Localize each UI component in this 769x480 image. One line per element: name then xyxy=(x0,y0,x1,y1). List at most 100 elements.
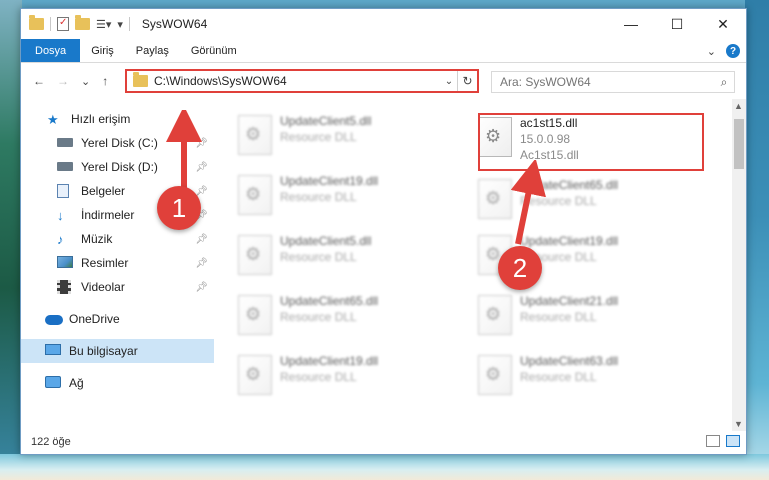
sidebar-item-label: Resimler xyxy=(81,256,129,270)
address-row: ← → ⌄ ↑ C:\Windows\SysWOW64 ⌄ ↻ ⌕ xyxy=(21,63,746,99)
file-list-pane: UpdateClient5.dll Resource DLL UpdateClie… xyxy=(214,99,732,431)
file-type: Resource DLL xyxy=(520,310,597,324)
sidebar-item-pictures[interactable]: Resimler 📌︎ xyxy=(21,251,214,275)
sidebar-item-label: Videolar xyxy=(81,280,125,294)
properties-icon[interactable] xyxy=(57,17,69,31)
folder-icon xyxy=(133,72,148,87)
file-item[interactable]: UpdateClient19.dll Resource DLL xyxy=(234,169,464,227)
file-name: UpdateClient21.dll xyxy=(520,294,619,308)
scroll-thumb[interactable] xyxy=(734,119,744,169)
callout-badge-2: 2 xyxy=(498,246,542,290)
title-bar: ☰▾ ▾ SysWOW64 — ☐ ✕ xyxy=(21,9,746,39)
sidebar-item-label: İndirmeler xyxy=(81,208,135,222)
file-name: UpdateClient19.dll xyxy=(280,174,379,188)
ribbon-right-controls: ⌄ ? xyxy=(707,41,740,61)
item-count: 122 öğe xyxy=(31,436,71,448)
file-item[interactable]: UpdateClient5.dll Resource DLL xyxy=(234,229,464,287)
close-button[interactable]: ✕ xyxy=(700,9,746,39)
quick-access-dropdown-icon[interactable]: ▾ xyxy=(117,18,123,31)
back-arrow-icon[interactable]: ← xyxy=(33,74,45,88)
search-input[interactable] xyxy=(500,75,714,89)
star-icon: ★ xyxy=(47,112,59,127)
file-item[interactable]: UpdateClient19.dll Resource DLL xyxy=(234,349,464,407)
pin-icon[interactable]: 📌︎ xyxy=(195,258,208,269)
dll-file-icon xyxy=(238,355,272,395)
music-icon: ♪ xyxy=(57,232,64,247)
pin-icon[interactable]: 📌︎ xyxy=(195,282,208,293)
sidebar-item-label: OneDrive xyxy=(69,312,120,326)
search-box[interactable]: ⌕ xyxy=(491,71,735,93)
file-type: Resource DLL xyxy=(280,310,357,324)
sidebar-item-label: Bu bilgisayar xyxy=(69,344,138,358)
dll-file-icon xyxy=(238,235,272,275)
refresh-icon[interactable]: ↻ xyxy=(457,71,477,91)
up-arrow-icon[interactable]: ↑ xyxy=(102,74,108,88)
onedrive-icon xyxy=(45,312,63,326)
address-path[interactable]: C:\Windows\SysWOW64 xyxy=(154,74,441,88)
vertical-scrollbar[interactable]: ▲ ▼ xyxy=(732,99,746,431)
dll-file-icon xyxy=(238,295,272,335)
sidebar-item-network[interactable]: Ağ xyxy=(21,371,214,395)
drive-icon xyxy=(57,160,73,174)
navigation-buttons: ← → ⌄ ↑ xyxy=(21,74,125,88)
file-item[interactable]: UpdateClient21.dll Resource DLL xyxy=(474,289,704,347)
maximize-button[interactable]: ☐ xyxy=(654,9,700,39)
file-name: UpdateClient63.dll xyxy=(520,354,619,368)
drive-icon xyxy=(57,136,73,150)
file-name: UpdateClient65.dll xyxy=(280,294,379,308)
sidebar-item-label: Yerel Disk (D:) xyxy=(81,160,158,174)
quick-access-toolbar: ☰▾ ▾ xyxy=(21,15,130,31)
sidebar-item-label: Ağ xyxy=(69,376,84,390)
documents-icon xyxy=(57,184,73,198)
large-icons-view-icon[interactable] xyxy=(726,435,740,447)
view-toggle xyxy=(706,435,740,447)
new-folder-icon[interactable] xyxy=(75,15,90,30)
sidebar-item-label: Müzik xyxy=(81,232,113,246)
desktop-background-bottom xyxy=(0,454,769,480)
details-view-icon[interactable] xyxy=(706,435,720,447)
sidebar-item-videos[interactable]: Videolar 📌︎ xyxy=(21,275,214,299)
pictures-icon xyxy=(57,256,73,270)
search-icon[interactable]: ⌕ xyxy=(714,75,734,90)
ribbon-tabs: Dosya Giriş Paylaş Görünüm ⌄ ? xyxy=(21,39,746,63)
desktop-background-left xyxy=(0,0,22,480)
sidebar-item-label: Hızlı erişim xyxy=(71,112,131,126)
dll-file-icon xyxy=(238,115,272,155)
callout-badge-1: 1 xyxy=(157,186,201,230)
file-type: Resource DLL xyxy=(280,250,357,264)
explorer-window: ☰▾ ▾ SysWOW64 — ☐ ✕ Dosya Giriş Paylaş G… xyxy=(20,8,747,455)
file-type: Resource DLL xyxy=(280,370,357,384)
help-icon[interactable]: ? xyxy=(726,44,740,58)
folder-icon xyxy=(29,15,44,30)
file-name: UpdateClient5.dll xyxy=(280,114,372,128)
file-type: Resource DLL xyxy=(520,370,597,384)
file-item[interactable]: UpdateClient63.dll Resource DLL xyxy=(474,349,704,407)
file-type: Resource DLL xyxy=(280,190,357,204)
customize-toolbar-icon[interactable]: ☰▾ xyxy=(96,18,111,31)
network-icon xyxy=(45,376,61,390)
minimize-button[interactable]: — xyxy=(608,9,654,39)
expand-ribbon-icon[interactable]: ⌄ xyxy=(707,45,716,58)
sidebar-item-onedrive[interactable]: OneDrive xyxy=(21,307,214,331)
this-pc-icon xyxy=(45,344,61,358)
tab-view[interactable]: Görünüm xyxy=(180,39,248,62)
tab-share[interactable]: Paylaş xyxy=(125,39,180,62)
content-area: ★ Hızlı erişim Yerel Disk (C:) 📌︎ Yerel … xyxy=(21,99,746,431)
window-controls: — ☐ ✕ xyxy=(608,9,746,39)
scroll-up-icon[interactable]: ▲ xyxy=(734,101,743,111)
recent-locations-icon[interactable]: ⌄ xyxy=(81,75,90,88)
download-icon: ↓ xyxy=(57,208,64,223)
file-item[interactable]: UpdateClient65.dll Resource DLL xyxy=(234,289,464,347)
sidebar-item-label: Belgeler xyxy=(81,184,126,198)
file-item[interactable]: UpdateClient5.dll Resource DLL xyxy=(234,109,464,167)
address-bar[interactable]: C:\Windows\SysWOW64 ⌄ ↻ xyxy=(125,69,479,93)
address-dropdown-icon[interactable]: ⌄ xyxy=(441,76,457,87)
tab-file[interactable]: Dosya xyxy=(21,39,81,62)
sidebar-item-this-pc[interactable]: Bu bilgisayar xyxy=(21,339,214,363)
dll-file-icon xyxy=(478,295,512,335)
divider xyxy=(128,17,130,31)
forward-arrow-icon[interactable]: → xyxy=(57,74,69,88)
tab-home[interactable]: Giriş xyxy=(80,39,125,62)
scroll-down-icon[interactable]: ▼ xyxy=(734,419,743,429)
divider xyxy=(50,17,51,31)
